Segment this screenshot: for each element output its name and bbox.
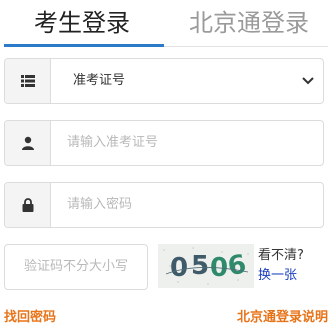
chevron-down-icon bbox=[302, 77, 314, 85]
id-number-addon bbox=[5, 121, 51, 165]
id-type-addon bbox=[5, 59, 51, 103]
captcha-char-4: 6 bbox=[226, 249, 249, 282]
captcha-refresh-link[interactable]: 换一张 bbox=[258, 266, 304, 286]
user-icon bbox=[21, 136, 34, 150]
lock-icon bbox=[22, 198, 33, 212]
id-number-field[interactable]: 请输入准考证号 bbox=[4, 120, 324, 166]
bjt-login-help-link[interactable]: 北京通登录说明 bbox=[237, 306, 328, 325]
password-addon bbox=[5, 183, 51, 227]
captcha-char-1: 0 bbox=[170, 253, 188, 283]
captcha-char-2: 5 bbox=[191, 251, 209, 281]
id-type-value: 准考证号 bbox=[73, 73, 126, 88]
tab-candidate-login[interactable]: 考生登录 bbox=[0, 6, 164, 40]
captcha-graphic: 0 5 0 6 bbox=[163, 247, 249, 285]
password-field[interactable]: 请输入密码 bbox=[4, 182, 324, 228]
recover-password-link[interactable]: 找回密码 bbox=[4, 306, 56, 325]
captcha-input[interactable]: 验证码不分大小写 bbox=[4, 244, 148, 290]
list-icon bbox=[20, 75, 35, 87]
captcha-image[interactable]: 0 5 0 6 bbox=[158, 244, 254, 288]
id-type-select[interactable]: 准考证号 bbox=[4, 58, 324, 104]
captcha-unclear-text: 看不清? bbox=[258, 248, 304, 263]
captcha-actions: 看不清? 换一张 bbox=[258, 246, 304, 286]
active-tab-indicator bbox=[4, 44, 164, 47]
tab-beijingtong-login[interactable]: 北京通登录 bbox=[166, 6, 332, 40]
password-placeholder: 请输入密码 bbox=[67, 197, 133, 212]
id-number-placeholder: 请输入准考证号 bbox=[67, 135, 159, 150]
login-tabs: 考生登录 北京通登录 bbox=[0, 0, 332, 48]
